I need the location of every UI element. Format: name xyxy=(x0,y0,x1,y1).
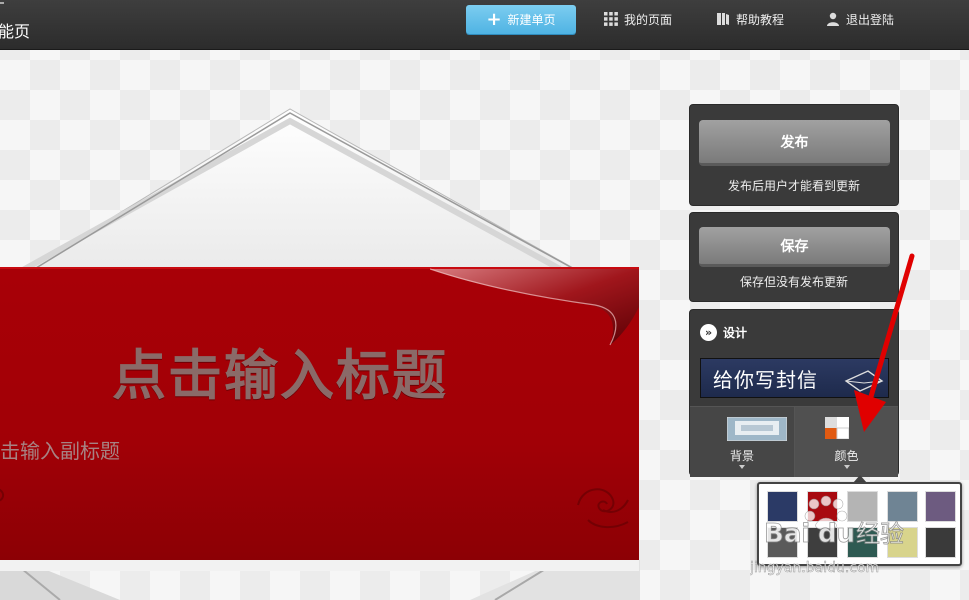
publish-panel: 发布 发布后用户才能看到更新 xyxy=(689,104,899,206)
page-curl xyxy=(430,268,639,346)
corner-flourish-right xyxy=(577,488,629,528)
new-page-button[interactable]: + 新建单页 xyxy=(466,5,576,34)
design-heading-label: 设计 xyxy=(723,326,748,340)
plus-icon: + xyxy=(486,8,502,30)
card-subtitle[interactable]: 击输入副标题 xyxy=(0,435,120,464)
nav-my-pages[interactable]: 我的页面 xyxy=(604,10,672,28)
theme-label: 给你写封信 xyxy=(713,367,818,392)
watermark-brand-cn: 经验 xyxy=(856,520,904,548)
new-page-label: 新建单页 xyxy=(507,13,556,27)
card-title[interactable]: 点击输入标题 xyxy=(112,331,448,410)
watermark-brand-b: du xyxy=(818,519,855,549)
brand-title: 能页 xyxy=(0,22,31,41)
nav-logout[interactable]: 退出登陆 xyxy=(826,10,894,28)
tab-background-label: 背景 xyxy=(729,449,754,463)
watermark-url: jingyan.baidu.com xyxy=(750,560,879,576)
nav-logout-label: 退出登陆 xyxy=(846,12,895,27)
corner-flourish-left xyxy=(0,489,4,502)
envelope-canvas[interactable]: 点击输入标题 击输入副标题 xyxy=(0,51,690,600)
watermark-brand-a: Bai xyxy=(764,519,810,549)
background-thumbnail-icon xyxy=(727,417,787,441)
design-circle-icon: » xyxy=(700,324,717,341)
user-icon xyxy=(827,12,839,26)
book-icon xyxy=(717,13,729,25)
grid-icon xyxy=(604,12,618,26)
tab-background[interactable]: 背景 xyxy=(690,407,794,477)
baidu-watermark: Bai du 经验 jingyan.baidu.com xyxy=(750,495,904,576)
design-heading[interactable]: » 设计 xyxy=(700,324,747,341)
publish-note: 发布后用户才能看到更新 xyxy=(727,179,860,193)
tab-color-caret-icon xyxy=(843,465,850,469)
nav-help[interactable]: 帮助教程 xyxy=(716,10,784,28)
top-bar: 能页 + 新建单页 我的页面 帮助教程 退出登陆 xyxy=(0,0,969,50)
brand-mark xyxy=(0,2,4,4)
nav-my-pages-label: 我的页面 xyxy=(624,12,673,27)
annotation-arrow xyxy=(854,253,915,432)
tab-background-caret-icon xyxy=(739,465,745,469)
tab-color-label: 颜色 xyxy=(834,449,859,463)
publish-button[interactable]: 发布 xyxy=(699,120,890,166)
nav-help-label: 帮助教程 xyxy=(736,12,785,27)
